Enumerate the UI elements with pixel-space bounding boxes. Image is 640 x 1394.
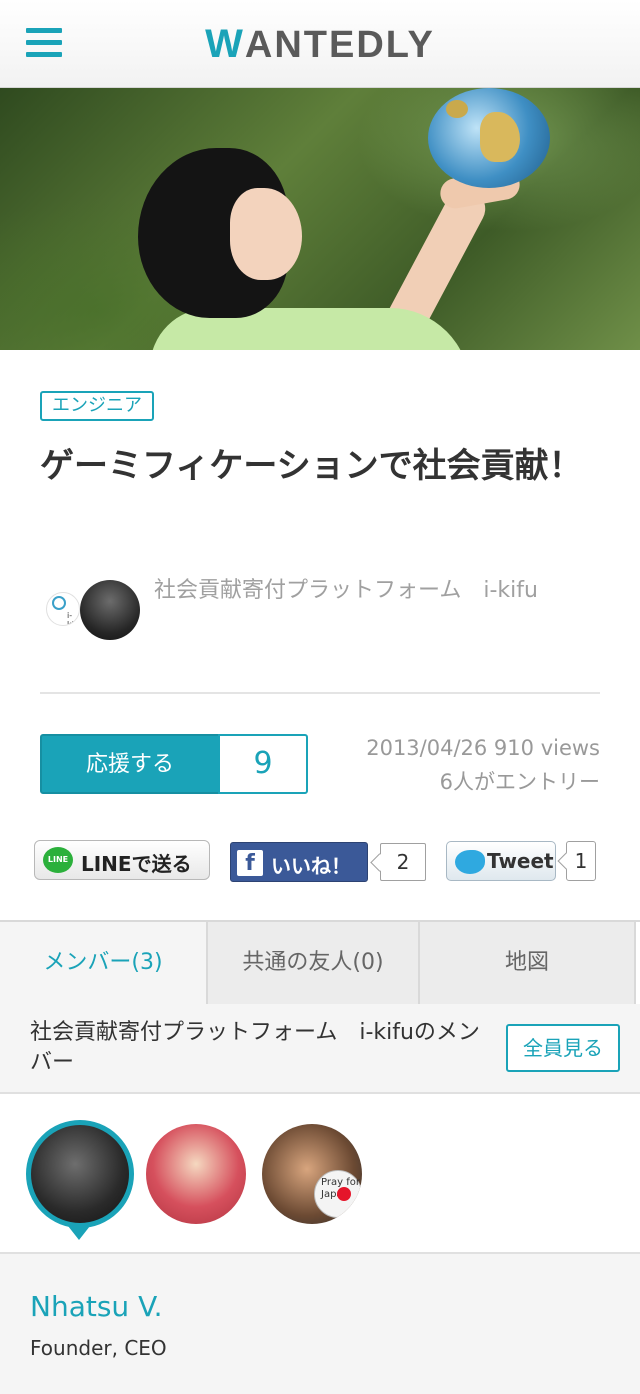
entry-count: 6人がエントリー (439, 770, 600, 794)
company-name[interactable]: 社会貢献寄付プラットフォーム i-kifu (154, 570, 574, 612)
tab-map[interactable]: 地図 (420, 922, 636, 1006)
category-tag[interactable]: エンジニア (40, 391, 154, 421)
tweet-button[interactable]: Tweet (446, 841, 556, 881)
tab-bar: メンバー(3) 共通の友人(0) 地図 (0, 920, 640, 1006)
hero-image (0, 88, 640, 350)
globe-icon (428, 88, 550, 188)
logo-rest: ANTEDLY (244, 24, 435, 66)
job-title: ゲーミフィケーションで社会貢献！ (40, 446, 583, 486)
japan-flag-dot (337, 1187, 351, 1201)
company-logo-text: i-kifu (67, 611, 79, 626)
divider (40, 692, 600, 694)
members-header: 社会貢献寄付プラットフォーム i-kifuのメンバー 全員見る (0, 1004, 640, 1094)
member-avatars: Pray for Japan (0, 1094, 640, 1254)
members-label: 社会貢献寄付プラットフォーム i-kifuのメンバー (30, 1020, 480, 1075)
logo-w: W (205, 22, 245, 66)
date-views: 2013/04/26 910 views (366, 736, 600, 760)
facebook-like-button[interactable]: f いいね！ (230, 842, 368, 882)
app-header: WANTEDLY (0, 0, 640, 88)
support-button[interactable]: 応援する (40, 734, 220, 794)
facebook-like-label: いいね！ (271, 854, 351, 878)
see-all-button[interactable]: 全員見る (506, 1024, 620, 1072)
tab-members[interactable]: メンバー(3) (0, 922, 208, 1006)
pray-for-japan-badge: Pray for Japan (314, 1170, 362, 1218)
facebook-like-count: 2 (380, 843, 426, 881)
twitter-bird-icon (455, 850, 485, 874)
member-profile: Nhatsu V. Founder, CEO (0, 1254, 640, 1394)
member-avatar-selected[interactable] (26, 1120, 134, 1228)
line-share-label: LINEで送る (81, 852, 192, 876)
line-share-button[interactable]: LINE LINEで送る (34, 840, 210, 880)
facebook-icon: f (237, 850, 263, 876)
owner-avatar[interactable] (80, 580, 140, 640)
line-icon: LINE (43, 847, 73, 873)
member-avatar[interactable] (146, 1124, 246, 1224)
member-name[interactable]: Nhatsu V. (30, 1290, 163, 1323)
member-avatar[interactable]: Pray for Japan (262, 1124, 362, 1224)
selected-pointer-icon (68, 1226, 90, 1240)
tweet-count: 1 (566, 841, 596, 881)
tab-mutual-friends[interactable]: 共通の友人(0) (208, 922, 420, 1006)
company-logo[interactable]: i-kifu (46, 592, 80, 626)
wantedly-logo[interactable]: WANTEDLY (0, 22, 640, 67)
member-role: Founder, CEO (30, 1336, 167, 1360)
hero-face (230, 188, 302, 280)
tweet-label: Tweet (487, 849, 554, 873)
support-count: 9 (218, 734, 308, 794)
